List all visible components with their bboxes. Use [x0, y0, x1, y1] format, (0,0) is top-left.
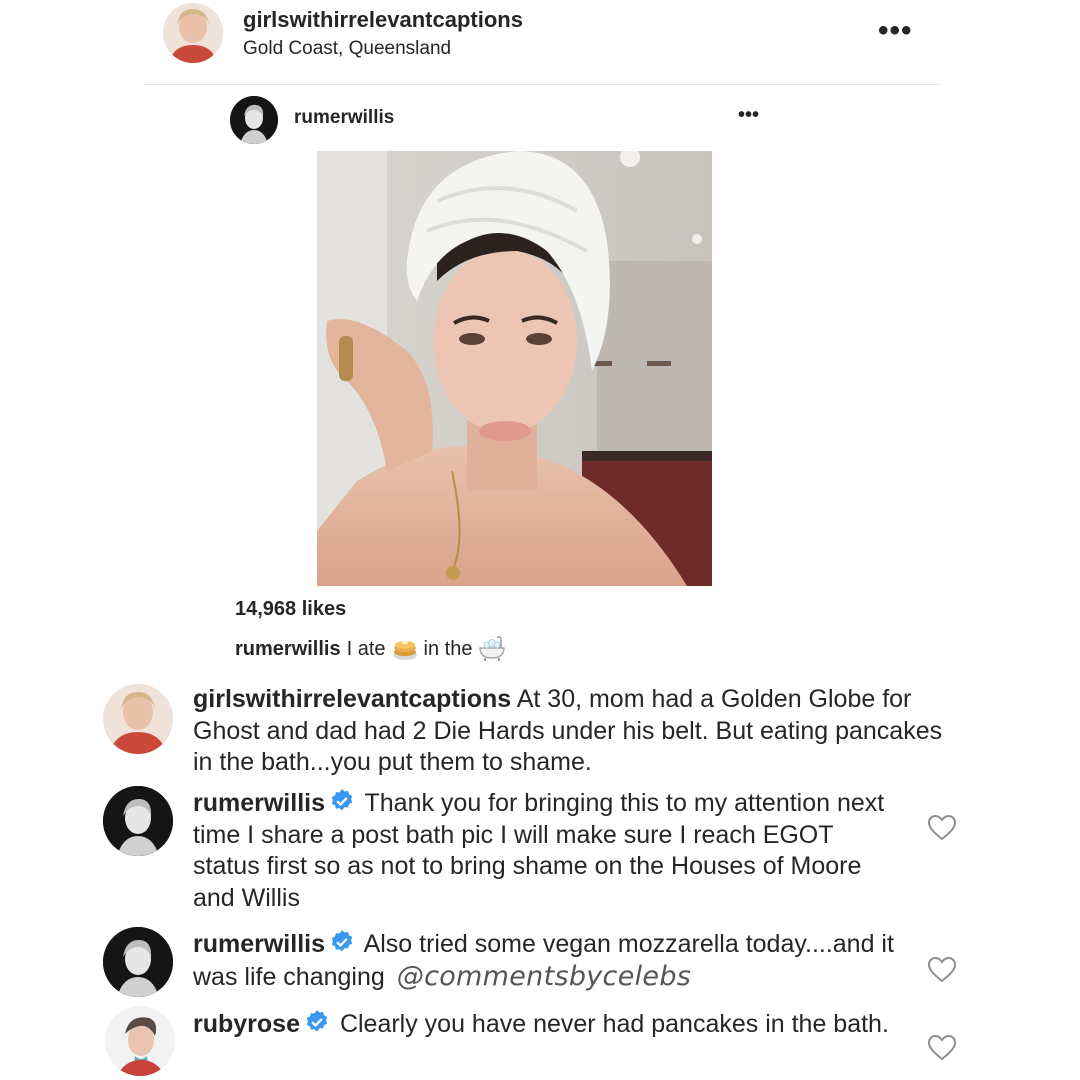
bathtub-emoji [479, 636, 506, 661]
comment-avatar[interactable] [105, 1006, 175, 1076]
comment-avatar[interactable] [103, 684, 173, 754]
verified-badge-icon [331, 789, 353, 811]
comment: rumerwillis Also tried some vegan mozzar… [193, 929, 928, 993]
comment-avatar[interactable] [103, 927, 173, 997]
comment-avatar[interactable] [103, 786, 173, 856]
embedded-post-avatar[interactable] [230, 96, 278, 144]
header-location[interactable]: Gold Coast, Queensland [243, 38, 451, 60]
embedded-post-username[interactable]: rumerwillis [294, 107, 394, 129]
comment-username[interactable]: rumerwillis [193, 789, 325, 817]
comment-text: Clearly you have never had pancakes in t… [339, 1010, 889, 1038]
heart-icon[interactable] [927, 814, 957, 841]
pancakes-emoji [392, 641, 417, 660]
post-photo[interactable] [317, 151, 712, 586]
heart-icon[interactable] [927, 956, 957, 983]
caption-text-before: I ate [346, 637, 386, 660]
more-horizontal-icon[interactable]: ••• [878, 14, 913, 48]
post-caption: rumerwillis I ate in the [235, 636, 512, 662]
comment: rubyrose Clearly you have never had panc… [193, 1009, 893, 1041]
verified-badge-icon [331, 930, 353, 952]
comment: girlswithirrelevantcaptions At 30, mom h… [193, 684, 968, 779]
comment-username[interactable]: girlswithirrelevantcaptions [193, 685, 511, 713]
caption-text-middle: in the [423, 637, 473, 660]
header-avatar[interactable] [163, 3, 223, 63]
verified-badge-icon [306, 1010, 328, 1032]
header-divider [143, 84, 939, 85]
comment: rumerwillis Thank you for bringing this … [193, 788, 893, 914]
more-horizontal-icon[interactable]: ••• [738, 104, 759, 127]
comment-username[interactable]: rubyrose [193, 1010, 300, 1038]
watermark: @commentsbycelebs [396, 960, 692, 992]
header-username[interactable]: girlswithirrelevantcaptions [243, 7, 523, 33]
caption-username[interactable]: rumerwillis [235, 638, 341, 661]
heart-icon[interactable] [927, 1034, 957, 1061]
comment-username[interactable]: rumerwillis [193, 930, 325, 958]
likes-count[interactable]: 14,968 likes [235, 598, 346, 621]
